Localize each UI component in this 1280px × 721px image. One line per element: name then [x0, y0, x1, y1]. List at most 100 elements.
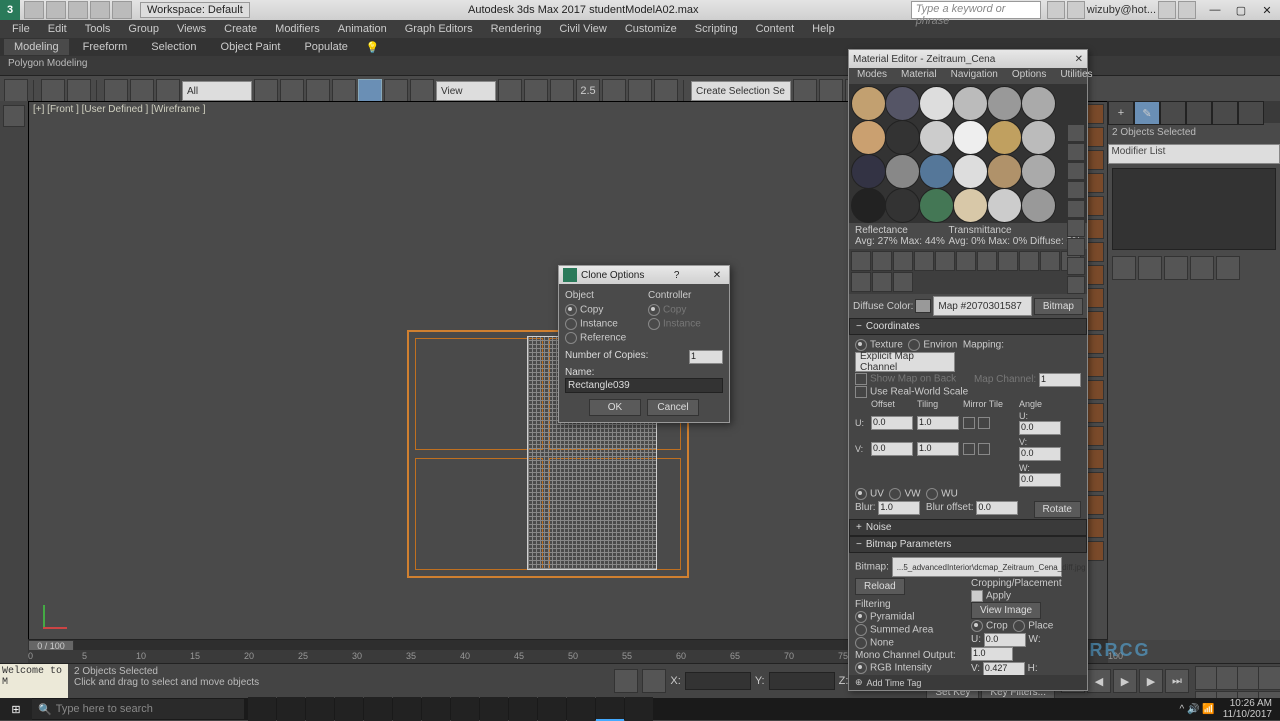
taskbar-app-icon[interactable] — [567, 697, 595, 721]
config-icon[interactable] — [1216, 256, 1240, 280]
radio-rgb-int[interactable] — [855, 662, 867, 674]
u-tile[interactable]: 1.0 — [917, 416, 959, 430]
material-tool-icon[interactable] — [998, 251, 1018, 271]
snap-2d-icon[interactable]: 2.5 — [576, 79, 600, 103]
taskbar-app-icon[interactable] — [335, 697, 363, 721]
snap-angle-icon[interactable] — [602, 79, 626, 103]
material-tool-icon[interactable] — [872, 251, 892, 271]
taskbar-app-icon[interactable] — [393, 697, 421, 721]
clone-options-dialog[interactable]: Clone Options ? ✕ Object Copy Instance R… — [558, 265, 730, 423]
radio-place[interactable] — [1013, 620, 1025, 632]
manip-icon[interactable] — [524, 79, 548, 103]
material-tool-icon[interactable] — [1019, 251, 1039, 271]
chk-apply[interactable] — [971, 590, 983, 602]
sample-tool-icon[interactable] — [1067, 200, 1085, 218]
matedit-menu-utilities[interactable]: Utilities — [1054, 68, 1098, 84]
viewport-label[interactable]: [+] [Front ] [User Defined ] [Wireframe … — [33, 104, 206, 115]
selection-filter[interactable]: All — [182, 81, 252, 101]
menu-modifiers[interactable]: Modifiers — [267, 21, 328, 37]
clone-cancel-button[interactable]: Cancel — [647, 399, 699, 416]
material-tool-icon[interactable] — [851, 251, 871, 271]
w-angle[interactable]: 0.0 — [1019, 473, 1061, 487]
chk-real-world[interactable] — [855, 386, 867, 398]
menu-animation[interactable]: Animation — [330, 21, 395, 37]
undo-icon[interactable] — [41, 79, 65, 103]
material-tool-icon[interactable] — [956, 251, 976, 271]
ribbon-tab-modeling[interactable]: Modeling — [4, 39, 69, 55]
select-name-icon[interactable] — [280, 79, 304, 103]
snap-percent-icon[interactable] — [628, 79, 652, 103]
ribbon-bulb-icon[interactable]: 💡 — [362, 39, 384, 56]
lock-selection-icon[interactable] — [614, 669, 638, 693]
menu-scripting[interactable]: Scripting — [687, 21, 746, 37]
radio-copy[interactable] — [565, 304, 577, 316]
material-sample[interactable] — [851, 86, 886, 121]
menu-content[interactable]: Content — [748, 21, 803, 37]
modifier-stack[interactable] — [1112, 168, 1276, 250]
help-icon[interactable] — [1178, 1, 1196, 19]
material-sample[interactable] — [885, 120, 920, 155]
sample-tool-icon[interactable] — [1067, 181, 1085, 199]
chk-show-back[interactable] — [855, 373, 867, 385]
make-unique-icon[interactable] — [1164, 256, 1188, 280]
taskbar-app-icon[interactable] — [625, 697, 653, 721]
sample-tool-icon[interactable] — [1067, 276, 1085, 294]
user-label[interactable]: wizuby@hot... — [1087, 4, 1156, 16]
taskbar-app-icon[interactable] — [422, 697, 450, 721]
material-tool-icon[interactable] — [851, 272, 871, 292]
bind-icon[interactable] — [156, 79, 180, 103]
v-offset[interactable]: 0.0 — [871, 442, 913, 456]
cmd-hierarchy-icon[interactable] — [1160, 101, 1186, 125]
remove-mod-icon[interactable] — [1190, 256, 1214, 280]
pin-stack-icon[interactable] — [1112, 256, 1136, 280]
tray-icons[interactable]: ^ 🔊 📶 — [1180, 704, 1215, 715]
material-sample[interactable] — [919, 120, 954, 155]
map-name-field[interactable]: Map #2070301587 — [933, 296, 1031, 316]
map-type-button[interactable]: Bitmap — [1034, 298, 1083, 315]
crop-w[interactable]: 1.0 — [971, 647, 1013, 661]
qat-new-icon[interactable] — [24, 1, 44, 19]
taskbar-app-icon[interactable] — [596, 697, 624, 721]
menu-file[interactable]: File — [4, 21, 38, 37]
menu-customize[interactable]: Customize — [617, 21, 685, 37]
material-tool-icon[interactable] — [977, 251, 997, 271]
refcoord-dropdown[interactable]: View — [436, 81, 496, 101]
cmd-utilities-icon[interactable] — [1238, 101, 1264, 125]
clone-ok-button[interactable]: OK — [589, 399, 641, 416]
show-end-icon[interactable] — [1138, 256, 1162, 280]
crop-v[interactable]: 0.427 — [983, 662, 1025, 675]
material-tool-icon[interactable] — [893, 272, 913, 292]
material-editor-window[interactable]: Material Editor - Zeitraum_Cena ✕ Modes … — [848, 49, 1088, 691]
cmd-motion-icon[interactable] — [1186, 101, 1212, 125]
radio-vw[interactable] — [889, 488, 901, 500]
addtime-icon[interactable]: ⊕ — [855, 677, 863, 688]
material-sample[interactable] — [885, 188, 920, 223]
cmd-create-icon[interactable]: + — [1108, 101, 1134, 125]
crop-u[interactable]: 0.0 — [984, 633, 1026, 647]
bitmap-path[interactable]: ...5_advancedInterior\dcmap_Zeitraum_Cen… — [892, 557, 1062, 577]
matedit-menu-options[interactable]: Options — [1006, 68, 1052, 84]
u-offset[interactable]: 0.0 — [871, 416, 913, 430]
sample-tool-icon[interactable] — [1067, 124, 1085, 142]
sample-tool-icon[interactable] — [1067, 143, 1085, 161]
clone-close-icon[interactable]: ✕ — [709, 270, 725, 281]
modifier-list[interactable]: Modifier List — [1108, 144, 1279, 164]
start-button[interactable]: ⊞ — [0, 698, 32, 720]
coord-y-input[interactable] — [769, 672, 835, 690]
link-icon[interactable] — [4, 79, 28, 103]
ribbon-tab-freeform[interactable]: Freeform — [73, 39, 138, 55]
rollout-coordinates[interactable]: − Coordinates — [849, 318, 1087, 335]
matedit-menu-material[interactable]: Material — [895, 68, 943, 84]
material-sample[interactable] — [953, 86, 988, 121]
menu-create[interactable]: Create — [216, 21, 265, 37]
mapping-dropdown[interactable]: Explicit Map Channel — [855, 352, 955, 372]
workspace-selector[interactable]: Workspace: Default — [140, 2, 250, 18]
select-link-icon[interactable] — [104, 79, 128, 103]
sample-tool-icon[interactable] — [1067, 257, 1085, 275]
taskbar-app-icon[interactable] — [364, 697, 392, 721]
material-swatches[interactable] — [849, 84, 1087, 223]
radio-environ[interactable] — [908, 339, 920, 351]
material-sample[interactable] — [1021, 154, 1056, 189]
material-sample[interactable] — [1021, 120, 1056, 155]
material-sample[interactable] — [851, 120, 886, 155]
